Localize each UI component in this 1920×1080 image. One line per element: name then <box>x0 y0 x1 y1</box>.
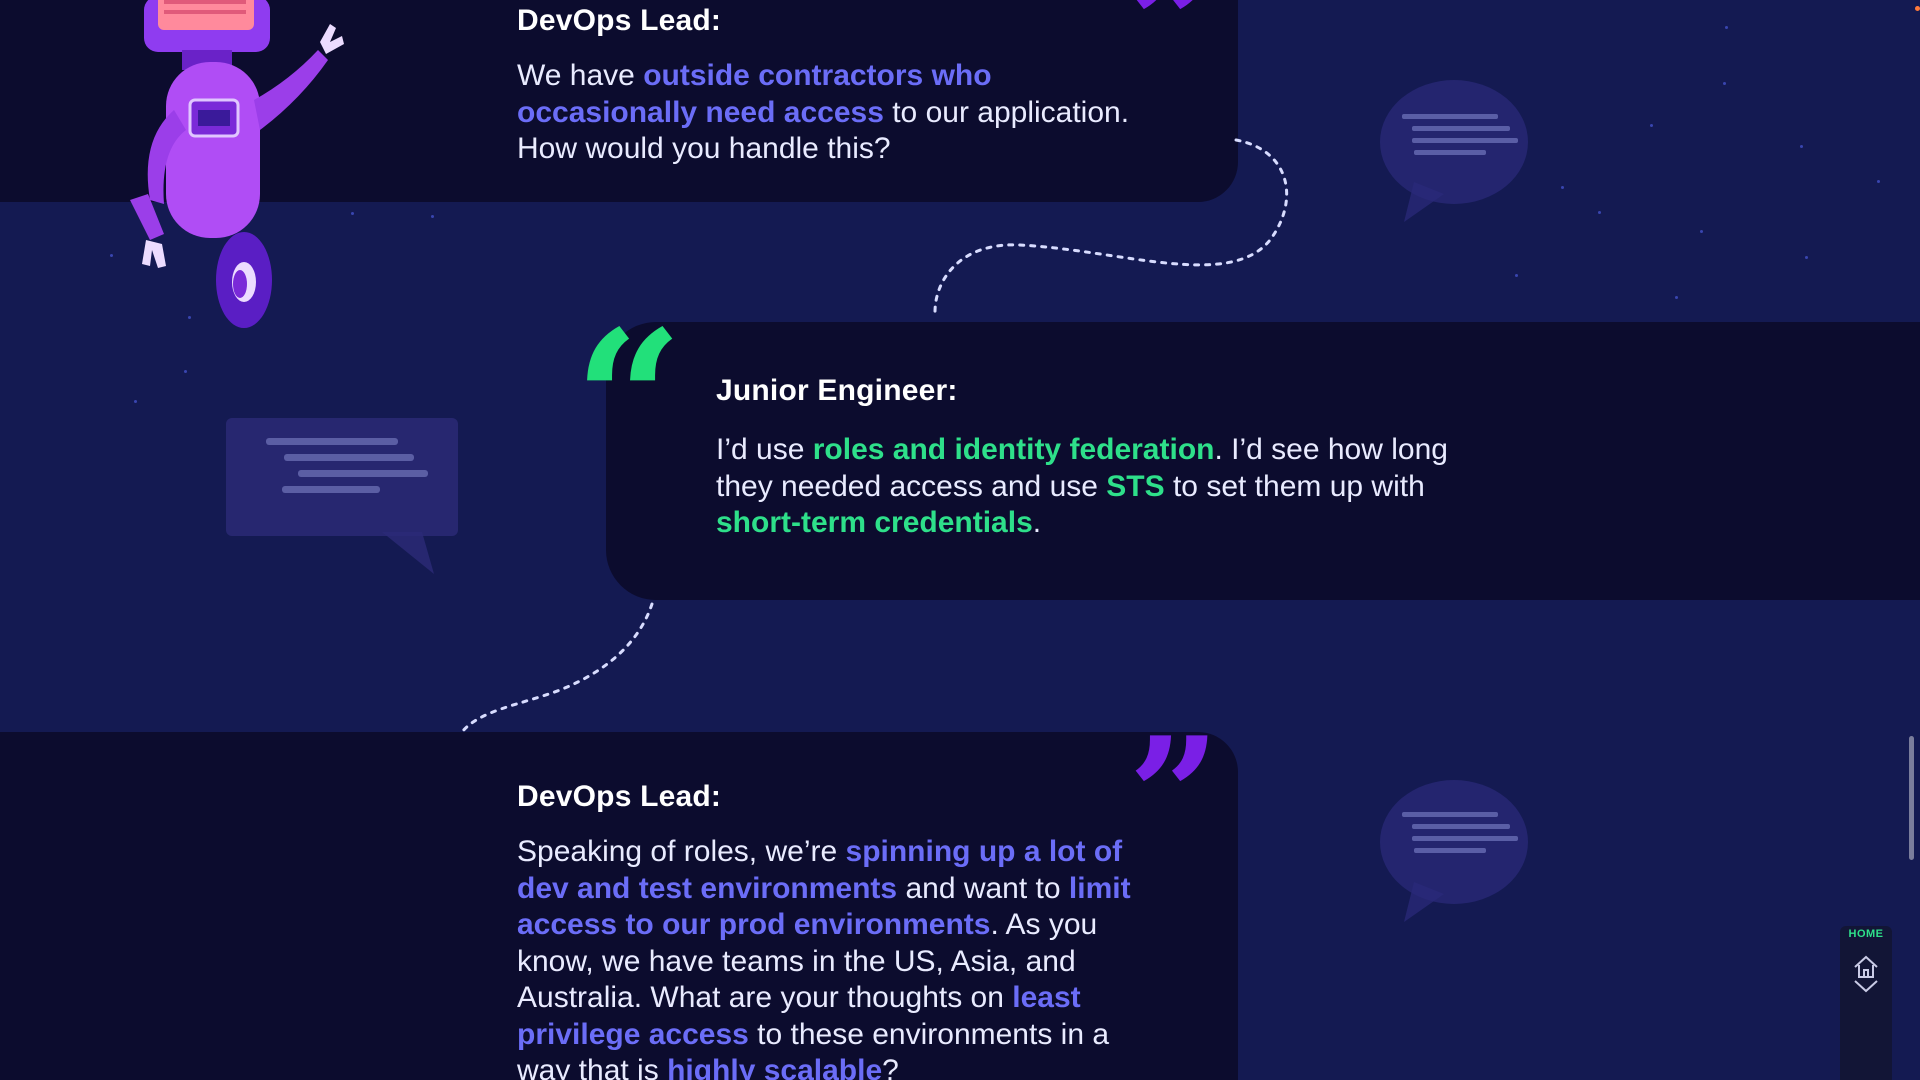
scrollbar-thumb[interactable] <box>1909 736 1914 860</box>
dialogue-message: I’d use roles and identity federation. I… <box>716 432 1576 542</box>
message-text: way that is <box>517 1054 668 1080</box>
highlight-phrase: occasionally need access <box>517 95 884 129</box>
message-text: they needed access and use <box>716 469 1107 503</box>
highlight-phrase: least <box>1012 981 1081 1014</box>
highlight-phrase: dev and test environments <box>517 871 898 905</box>
chat-bubble-icon <box>226 418 458 574</box>
message-text: to these environments in a <box>748 1017 1110 1051</box>
chevron-down-icon[interactable] <box>1852 978 1880 994</box>
highlight-phrase: privilege access <box>517 1017 749 1051</box>
message-text: know, we have teams in the US, Asia, and <box>517 944 1076 978</box>
highlight-phrase: outside contractors who <box>643 59 992 92</box>
speaker-name: DevOps Lead: <box>517 780 722 813</box>
chat-bubble-icon <box>1380 780 1528 922</box>
message-text: to set them up with <box>1164 469 1425 503</box>
message-text: . I’d see how long <box>1214 433 1448 466</box>
highlight-phrase: spinning up a lot of <box>845 835 1123 868</box>
message-text: . <box>1032 506 1042 539</box>
highlight-phrase: short-term credentials <box>716 506 1033 539</box>
home-label[interactable]: HOME <box>1849 928 1884 940</box>
message-text: to our application. <box>883 95 1130 129</box>
speaker-name: Junior Engineer: <box>716 374 958 407</box>
notification-dot <box>1915 6 1920 11</box>
message-text: How would you handle this? <box>517 132 891 165</box>
speaker-name: DevOps Lead: <box>517 4 722 37</box>
scrollbar[interactable] <box>1908 0 1916 1080</box>
highlight-phrase: roles and identity federation <box>812 433 1215 466</box>
page-canvas: ” “ ” DevOps Lead: We have outside contr… <box>0 0 1920 1080</box>
home-icon[interactable] <box>1852 954 1880 980</box>
highlight-phrase: access to our prod environments <box>517 908 991 941</box>
message-text: I’d use <box>716 433 813 466</box>
message-text: ? <box>882 1054 899 1080</box>
dialogue-message: We have outside contractors who occasiona… <box>517 58 1257 168</box>
message-text: Speaking of roles, we’re <box>517 835 846 868</box>
robot-illustration <box>130 0 344 328</box>
highlight-phrase: STS <box>1106 469 1165 503</box>
opening-quote-icon: “ <box>574 289 684 512</box>
message-text: Australia. What are your thoughts on <box>517 981 1013 1014</box>
dialogue-message: Speaking of roles, we’re spinning up a l… <box>517 834 1257 1080</box>
highlight-phrase: limit <box>1068 871 1131 905</box>
message-text: . As you <box>990 908 1098 941</box>
message-text: We have <box>517 59 644 92</box>
home-nav[interactable]: HOME <box>1840 926 1892 1080</box>
message-text: and want to <box>897 871 1069 905</box>
chat-bubble-icon <box>1380 80 1528 222</box>
highlight-phrase: highly scalable <box>667 1054 883 1080</box>
